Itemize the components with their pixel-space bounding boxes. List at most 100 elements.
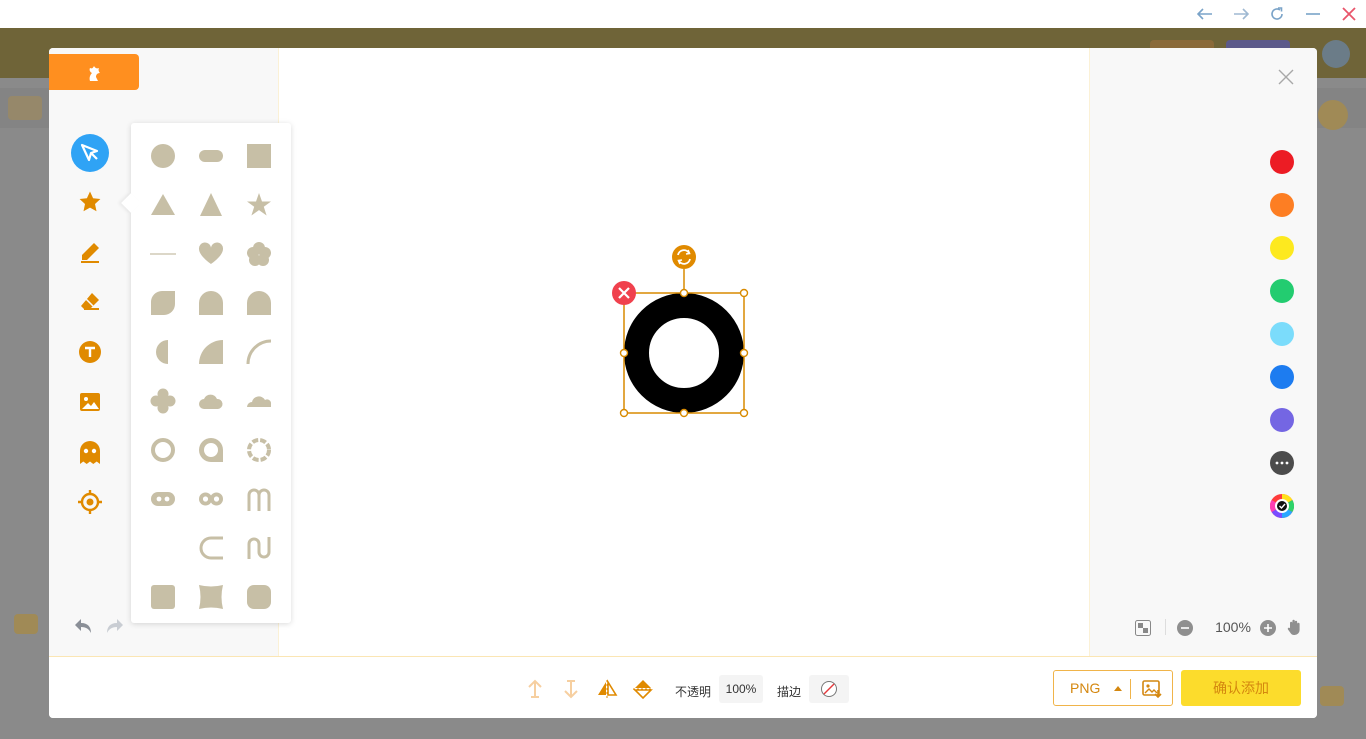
shape-flower[interactable] [235,229,283,278]
opacity-label: 不透明 [675,685,712,699]
shape-double-ring[interactable] [187,474,235,523]
line-icon [150,252,176,255]
confirm-add-button[interactable]: 确认添加 [1181,670,1301,706]
shape-star[interactable] [235,180,283,229]
color-swatch-yellow[interactable] [1270,236,1294,260]
shape-pinched-square[interactable] [187,572,235,621]
shape-cloud-flat[interactable] [235,376,283,425]
undo-button[interactable] [71,614,95,638]
zoom-out-button[interactable] [1177,620,1193,641]
shape-n-wave[interactable] [235,523,283,572]
format-divider [1130,679,1131,699]
export-format-value: PNG [1070,680,1101,696]
shape-plus-cloud[interactable] [139,376,187,425]
canvas-svg [612,245,749,418]
color-swatch-green[interactable] [1270,279,1294,303]
color-swatch-blue[interactable] [1270,365,1294,389]
shape-ring-speech[interactable] [187,425,235,474]
forward-icon[interactable] [1231,4,1251,24]
shape-tool[interactable] [70,182,110,222]
close-icon [1278,69,1294,85]
select-tool[interactable] [70,133,110,173]
shape-crescent[interactable] [139,523,187,572]
export-format-select[interactable]: PNG [1053,670,1173,706]
rotate-handle-icon[interactable] [672,245,696,269]
close-icon[interactable] [1339,4,1359,24]
dialog-close-button[interactable] [1276,67,1296,87]
shape-half-circle[interactable] [139,327,187,376]
grid-toggle[interactable] [1135,620,1151,641]
eraser-tool[interactable] [70,282,110,322]
color-swatch-purple[interactable] [1270,408,1294,432]
drawing-canvas[interactable] [278,48,1089,656]
shape-soft-square[interactable] [235,572,283,621]
redo-button[interactable] [103,614,127,638]
shape-ring[interactable] [139,425,187,474]
bottom-toolbar: 不透明 100% 描边 PNG 确认添加 [49,656,1317,718]
shape-triangle[interactable] [139,180,187,229]
flip-vertical-button[interactable] [631,677,655,701]
text-tool[interactable] [70,332,110,372]
zoom-in-button[interactable] [1260,620,1276,641]
back-icon[interactable] [1195,4,1215,24]
shape-heart[interactable] [187,229,235,278]
shape-picker [121,123,291,623]
background-block [8,96,42,120]
shape-triangle-alt[interactable] [187,180,235,229]
ring-shape[interactable] [624,293,744,413]
crosshair-icon [78,490,102,514]
quarter-round-icon [199,290,223,315]
bring-forward-button[interactable] [523,677,547,701]
shape-capsule[interactable] [187,131,235,180]
shape-m-shape[interactable] [235,474,283,523]
shape-arc[interactable] [235,327,283,376]
mascot-icon [89,66,100,81]
sticker-tool[interactable] [70,432,110,472]
shape-leaf[interactable] [139,278,187,327]
square-icon [247,143,271,168]
color-swatch-red[interactable] [1270,150,1294,174]
opacity-input[interactable]: 100% [719,675,763,703]
undo-icon [75,619,91,633]
pen-tool[interactable] [70,232,110,272]
zoom-out-icon [1177,620,1193,636]
save-image-icon [1142,680,1162,698]
shape-quarter-pie[interactable] [187,327,235,376]
save-image-button[interactable] [1136,677,1168,701]
more-icon [1275,461,1289,465]
minimize-icon[interactable] [1303,4,1323,24]
zoom-divider [1165,619,1166,635]
shape-arch[interactable] [235,278,283,327]
shape-pill-holes[interactable] [139,474,187,523]
color-swatch-light-blue[interactable] [1270,322,1294,346]
background-avatar [1322,40,1350,68]
flip-horizontal-button[interactable] [595,677,619,701]
color-panel: 100% [1089,48,1317,656]
image-tool[interactable] [70,382,110,422]
color-wheel-icon [1269,494,1295,518]
double-ring-icon [199,492,223,505]
pan-button[interactable] [1286,618,1304,641]
target-tool[interactable] [70,482,110,522]
color-swatch-orange[interactable] [1270,193,1294,217]
crescent-icon [155,535,167,560]
shape-rounded-square[interactable] [139,572,187,621]
color-swatch-more[interactable] [1270,451,1294,475]
refresh-icon[interactable] [1267,4,1287,24]
custom-color-button[interactable] [1269,494,1295,518]
triangle-icon [151,193,175,215]
send-backward-button[interactable] [559,677,583,701]
zoom-level: 100% [1215,619,1251,635]
ring-speech-icon [199,437,223,462]
heart-icon [198,241,224,264]
delete-shape-icon[interactable] [612,281,636,305]
shape-circle[interactable] [139,131,187,180]
shape-ring-dashed[interactable] [235,425,283,474]
shape-square[interactable] [235,131,283,180]
shape-c-bracket[interactable] [187,523,235,572]
stroke-selector[interactable] [809,675,849,703]
plus-cloud-icon [150,388,176,413]
shape-quarter-round[interactable] [187,278,235,327]
shape-cloud[interactable] [187,376,235,425]
shape-line[interactable] [139,229,187,278]
